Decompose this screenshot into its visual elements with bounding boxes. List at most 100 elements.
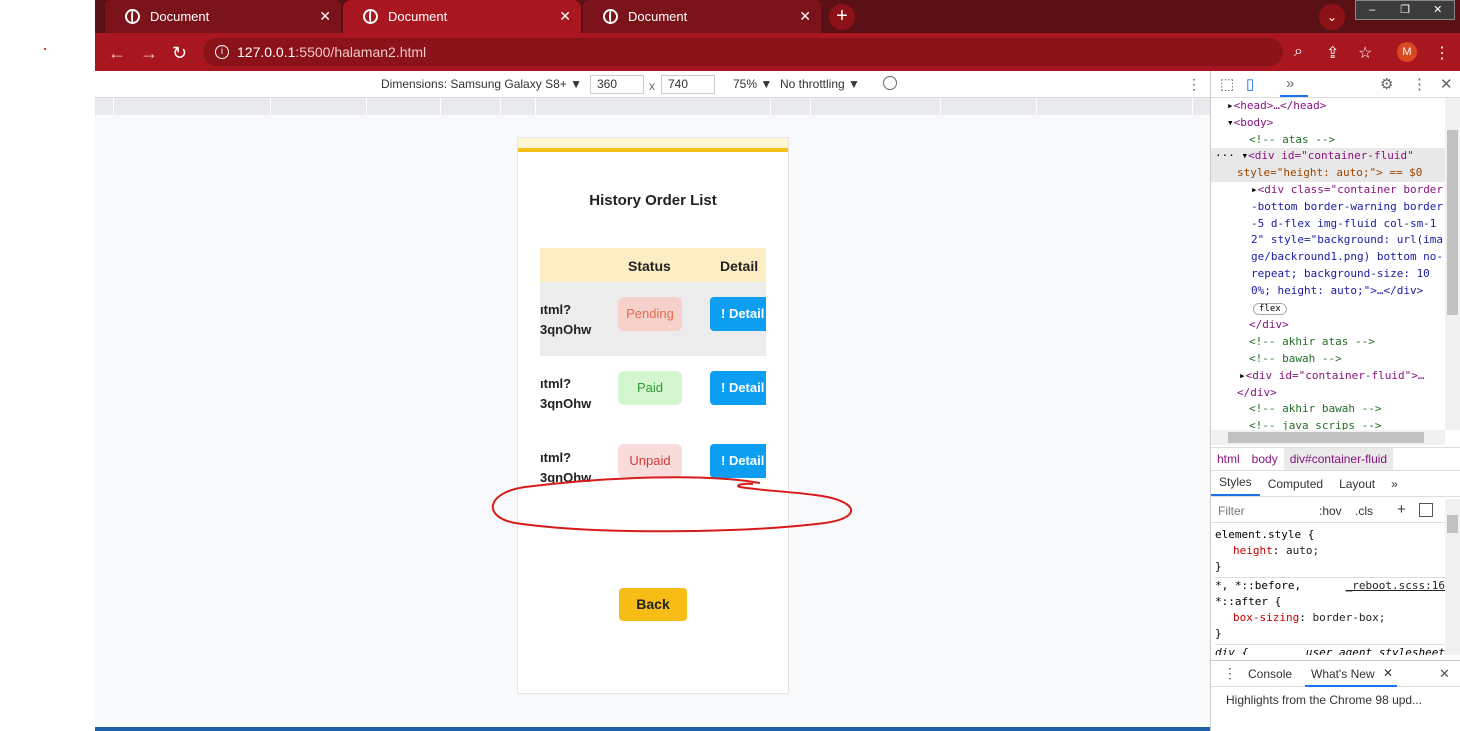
device-height-input[interactable]: 740 <box>661 75 715 94</box>
close-window-button[interactable]: ✕ <box>1421 1 1454 19</box>
minimize-button[interactable]: – <box>1356 1 1389 19</box>
address-bar[interactable]: i 127.0.0.1 :5500/halaman2.html <box>203 38 1283 66</box>
tree-text: <body> <box>1233 115 1274 129</box>
ruler-tick <box>500 98 501 115</box>
tree-text: ge/backround1.png) bottom no- <box>1251 250 1444 264</box>
restore-button[interactable]: ❐ <box>1389 1 1422 19</box>
more-tabs-icon[interactable]: » <box>1286 75 1294 92</box>
forward-arrow-icon[interactable]: → <box>140 43 158 64</box>
tree-node-selected[interactable]: ··· ▾<div id="container-fluid" <box>1211 148 1445 166</box>
hov-toggle[interactable]: :hov <box>1319 504 1342 518</box>
detail-button[interactable]: ! Detail <box>710 371 770 405</box>
flex-badge[interactable]: flex <box>1253 302 1287 315</box>
tab-styles[interactable]: Styles <box>1211 475 1260 496</box>
share-icon[interactable]: ⇪ <box>1326 43 1339 63</box>
detail-button[interactable]: ! Detail <box>710 297 770 331</box>
style-declaration[interactable]: box-sizing: border-box; <box>1215 610 1445 626</box>
dimensions-separator: x <box>649 79 655 93</box>
close-icon[interactable]: ✕ <box>559 8 571 25</box>
tree-node-body[interactable]: ▾<body> <box>1211 115 1445 132</box>
rule-source-link[interactable]: _reboot.scss:16 <box>1346 578 1445 594</box>
throttling-select[interactable]: No throttling ▼ <box>780 77 860 91</box>
close-icon[interactable]: ✕ <box>319 8 331 25</box>
prop-name: height <box>1233 544 1273 557</box>
screen: Document ✕ Document ✕ Document ✕ + ⌄ – ❐… <box>0 0 1460 731</box>
close-icon[interactable]: ✕ <box>799 8 811 25</box>
stray-dot <box>44 48 46 50</box>
ruler-tick <box>535 98 536 115</box>
rule-selector[interactable]: div {user agent stylesheet <box>1215 644 1445 655</box>
device-width-input[interactable]: 360 <box>590 75 644 94</box>
ruler-tick <box>1192 98 1193 115</box>
tree-node-head[interactable]: ▸<head>…</head> <box>1211 98 1445 115</box>
close-drawer-icon[interactable]: ✕ <box>1439 666 1450 682</box>
device-mode-icon[interactable]: ▯ <box>1246 75 1254 93</box>
breadcrumb-container-fluid[interactable]: div#container-fluid <box>1283 448 1394 470</box>
device-dimensions-select[interactable]: Dimensions: Samsung Galaxy S8+ ▼ <box>381 77 582 91</box>
new-tab-button[interactable]: + <box>829 4 855 30</box>
tree-node-container2[interactable]: ▸<div id="container-fluid">… <box>1211 368 1445 385</box>
elements-tree[interactable]: ▸<head>…</head> ▾<body> <!-- atas --> ··… <box>1211 98 1445 430</box>
style-declaration[interactable]: height: auto; <box>1215 543 1445 559</box>
prop-name: box-sizing <box>1233 611 1300 624</box>
breadcrumb-html[interactable]: html <box>1211 448 1246 470</box>
tree-horizontal-scrollbar-thumb[interactable] <box>1228 432 1424 443</box>
rotate-disabled-icon[interactable] <box>883 76 897 90</box>
new-style-rule-button[interactable]: + <box>1397 501 1406 518</box>
close-devtools-icon[interactable]: ✕ <box>1440 75 1453 93</box>
tab-layout[interactable]: Layout <box>1331 477 1383 496</box>
reload-icon[interactable]: ↻ <box>172 43 187 64</box>
tree-scrollbar-thumb[interactable] <box>1447 130 1458 315</box>
rule-selector-text: div { <box>1215 646 1249 655</box>
rule-selector[interactable]: *, *::before, _reboot.scss:16 <box>1215 577 1445 594</box>
device-toolbar-more-icon[interactable]: ⋮ <box>1187 76 1201 93</box>
rule-selector[interactable]: element.style { <box>1215 527 1445 543</box>
tree-comment[interactable]: <!-- bawah --> <box>1211 351 1445 368</box>
filter-input[interactable]: Filter <box>1218 504 1245 518</box>
whats-new-content[interactable]: Highlights from the Chrome 98 upd... <box>1211 688 1445 731</box>
tab-console[interactable]: Console <box>1248 667 1292 681</box>
more-style-tabs[interactable]: » <box>1383 477 1406 496</box>
back-arrow-icon[interactable]: ← <box>108 43 126 64</box>
ruler-tick <box>366 98 367 115</box>
bookmark-star-icon[interactable]: ☆ <box>1358 43 1372 63</box>
close-tab-icon[interactable]: ✕ <box>1383 666 1393 680</box>
detail-button[interactable]: ! Detail <box>710 444 770 478</box>
ruler-tick <box>770 98 771 115</box>
drawer-tabbar: ⋮ Console What's New ✕ ✕ <box>1211 660 1460 687</box>
status-badge-paid: Paid <box>618 371 682 405</box>
tree-comment[interactable]: <!-- akhir bawah --> <box>1211 401 1445 418</box>
toggle-sidebar-icon[interactable] <box>1419 503 1433 517</box>
breadcrumb-body[interactable]: body <box>1246 448 1284 470</box>
settings-gear-icon[interactable]: ⚙ <box>1380 75 1393 93</box>
tree-node-child[interactable]: ▸<div class="container border <box>1211 182 1445 199</box>
flex-badge-row: flex <box>1211 300 1445 318</box>
order-text: ıtml? <box>540 302 572 317</box>
drawer-menu-icon[interactable]: ⋮ <box>1223 665 1237 682</box>
styles-scrollbar-thumb[interactable] <box>1447 515 1458 533</box>
zoom-icon[interactable]: ⌕ <box>1294 43 1303 61</box>
tree-comment[interactable]: <!-- atas --> <box>1211 132 1445 149</box>
tab-document-1[interactable]: Document ✕ <box>105 0 341 33</box>
zoom-select[interactable]: 75% ▼ <box>733 77 772 91</box>
tree-comment[interactable]: <!-- akhir atas --> <box>1211 334 1445 351</box>
profile-avatar[interactable]: M <box>1397 42 1417 62</box>
tab-search-button[interactable]: ⌄ <box>1319 4 1345 30</box>
tree-text: <div id="container-fluid" <box>1248 149 1414 163</box>
tree-text: repeat; background-size: 10 <box>1251 266 1430 280</box>
tab-whats-new[interactable]: What's New <box>1311 667 1375 681</box>
devtools-menu-icon[interactable]: ⋮ <box>1412 75 1427 93</box>
styles-filter-bar: Filter :hov .cls + <box>1211 499 1445 523</box>
media-query-ruler[interactable] <box>95 98 1210 115</box>
cls-toggle[interactable]: .cls <box>1355 504 1373 518</box>
tab-document-2-active[interactable]: Document ✕ <box>343 0 581 33</box>
back-button[interactable]: Back <box>619 588 687 621</box>
tree-node-selected-style[interactable]: style="height: auto;"> == $0 <box>1211 165 1445 182</box>
menu-kebab-icon[interactable]: ⋮ <box>1434 43 1450 63</box>
info-icon[interactable]: i <box>215 45 229 59</box>
tab-computed[interactable]: Computed <box>1260 477 1331 496</box>
tree-comment[interactable]: <!-- java scrips --> <box>1211 418 1445 430</box>
inspect-element-icon[interactable]: ⬚ <box>1220 75 1234 93</box>
rule-close: } <box>1215 627 1222 640</box>
tab-document-3[interactable]: Document ✕ <box>583 0 821 33</box>
